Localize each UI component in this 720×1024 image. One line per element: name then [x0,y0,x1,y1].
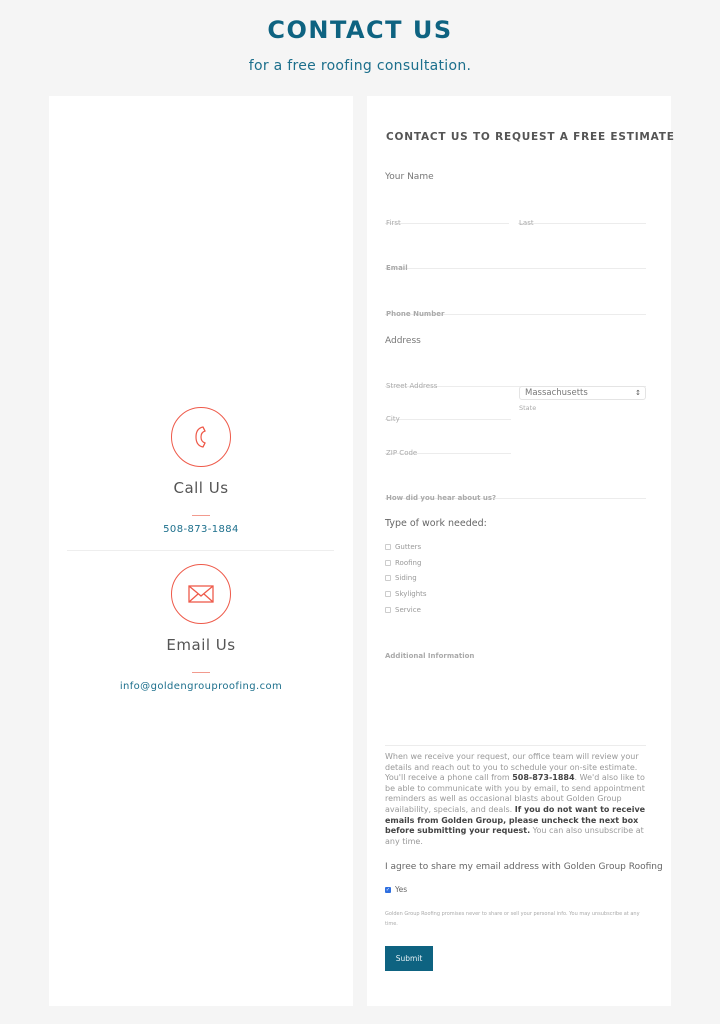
address-label: Address [385,336,421,346]
privacy-note: Golden Group Roofing promises never to s… [385,911,640,927]
email-field[interactable] [385,255,646,275]
email-link[interactable]: info@goldengrouproofing.com [49,681,353,692]
form-title: CONTACT US TO REQUEST A FREE ESTIMATE [386,131,675,143]
checkbox-label: Skylights [395,590,427,598]
first-name-input[interactable] [385,216,509,230]
submit-button[interactable]: Submit [385,946,433,971]
yes-label: Yes [395,885,408,894]
accent-rule [192,515,210,516]
email-us-block: Email Us info@goldengrouproofing.com [49,564,353,692]
estimate-form-card: CONTACT US TO REQUEST A FREE ESTIMATE Yo… [367,96,674,1006]
call-us-block: Call Us 508-873-1884 [49,407,353,535]
phone-link[interactable]: 508-873-1884 [49,524,353,535]
accent-rule [192,672,210,673]
checked-checkbox[interactable]: ✓ [385,886,391,893]
work-option-service[interactable]: Service [385,606,421,614]
envelope-icon-circle [171,564,231,624]
phone-icon [195,426,206,448]
zip-field[interactable] [385,440,511,460]
email-disclaimer: When we receive your request, our office… [385,752,647,847]
additional-info-textarea[interactable] [385,652,646,745]
select-arrows-icon: ↕ [635,389,641,397]
referral-field[interactable] [385,485,646,505]
checkbox-label: Siding [395,574,417,582]
contact-info-card: Call Us 508-873-1884 Email Us info@golde… [49,96,353,1006]
disclaimer-phone: 508-873-1884 [512,773,575,783]
referral-input[interactable] [385,491,646,505]
envelope-icon [188,585,214,603]
first-name-field[interactable] [385,210,509,230]
last-name-input[interactable] [518,216,646,230]
checkbox[interactable] [385,544,391,550]
your-name-label: Your Name [385,172,434,182]
city-field[interactable] [385,406,511,426]
work-option-gutters[interactable]: Gutters [385,543,421,551]
phone-icon-circle [171,407,231,467]
checkbox[interactable] [385,575,391,581]
phone-input[interactable] [385,307,646,321]
state-select[interactable]: Massachusetts ↕ [519,386,646,400]
work-option-siding[interactable]: Siding [385,574,417,582]
work-option-roofing[interactable]: Roofing [385,559,421,567]
state-label: State [519,404,537,412]
additional-info-field[interactable] [385,652,646,746]
zip-input[interactable] [385,446,511,460]
street-field[interactable] [385,373,646,393]
email-input[interactable] [385,261,646,275]
state-select-value: Massachusetts [525,388,588,398]
work-type-title: Type of work needed: [385,518,487,529]
checkbox-label: Gutters [395,543,422,551]
agree-label: I agree to share my email address with G… [385,862,663,872]
phone-field[interactable] [385,301,646,321]
checkbox-label: Roofing [395,559,422,567]
call-us-heading: Call Us [173,479,229,497]
checkbox[interactable] [385,607,391,613]
agree-yes-option[interactable]: ✓ Yes [385,885,407,894]
page-title: CONTACT US [267,16,453,44]
email-us-heading: Email Us [166,636,236,654]
last-name-field[interactable] [518,210,646,230]
checkbox[interactable] [385,560,391,566]
city-input[interactable] [385,412,511,426]
page-subtitle: for a free roofing consultation. [248,58,472,74]
checkbox[interactable] [385,591,391,597]
checkbox-label: Service [395,606,421,614]
divider [67,550,334,551]
work-option-skylights[interactable]: Skylights [385,590,427,598]
